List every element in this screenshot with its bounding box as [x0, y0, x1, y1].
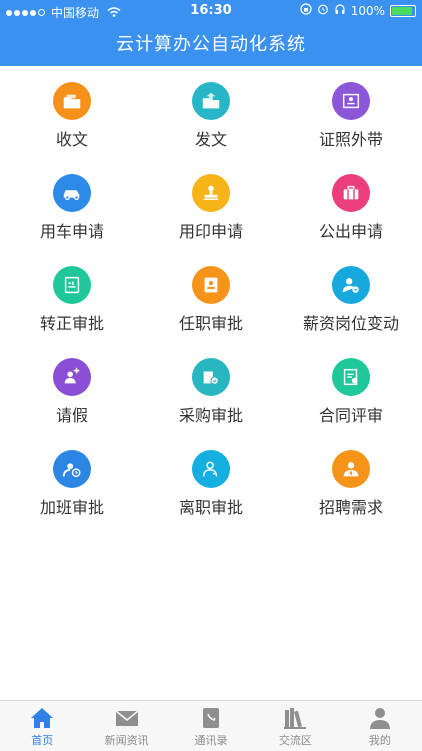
grid-item-label: 用印申请	[178, 222, 243, 241]
grid-item-label: 证照外带	[318, 130, 383, 149]
grid-item-label: 离职审批	[178, 498, 243, 517]
grid-item[interactable]: 加班审批	[2, 434, 142, 526]
tab-label: 新闻资讯	[104, 734, 149, 747]
leave-icon	[53, 358, 91, 396]
tab-mail[interactable]: 新闻资讯	[84, 701, 168, 751]
home-icon	[0, 706, 84, 730]
grid-item[interactable]: 薪资岗位变动	[281, 250, 421, 342]
status-right: 100%	[300, 3, 416, 18]
grid-item[interactable]: 证照外带	[281, 66, 421, 158]
tab-label: 通讯录	[194, 734, 228, 747]
grid-item[interactable]: 请假	[2, 342, 142, 434]
grid-item-label: 招聘需求	[318, 498, 383, 517]
grid-item[interactable]: 收文	[2, 66, 142, 158]
overtime-icon	[53, 450, 91, 488]
page-title: 云计算办公自动化系统	[116, 34, 306, 55]
send-doc-icon	[192, 82, 230, 120]
contacts-icon	[169, 706, 253, 730]
grid-item[interactable]: 合同评审	[281, 342, 421, 434]
grid-item[interactable]: 用车申请	[2, 158, 142, 250]
car-icon	[53, 174, 91, 212]
grid-item-label: 请假	[55, 406, 88, 425]
contract-icon	[332, 358, 370, 396]
battery-icon	[390, 4, 416, 17]
salary-change-icon	[332, 266, 370, 304]
tab-label: 首页	[31, 734, 54, 747]
grid-item[interactable]: 采购审批	[141, 342, 281, 434]
grid-item-label: 收文	[55, 130, 88, 149]
status-bar: 中国移动 16:30 100%	[0, 0, 422, 22]
recruit-icon	[332, 450, 370, 488]
alarm-icon	[317, 3, 329, 18]
receive-doc-icon	[53, 82, 91, 120]
suitcase-icon	[332, 174, 370, 212]
books-icon	[253, 706, 337, 730]
tab-contacts[interactable]: 通讯录	[169, 701, 253, 751]
grid-item-label: 任职审批	[178, 314, 243, 333]
bottom-tab-bar: 首页 新闻资讯 通讯录 交流区 我的	[0, 700, 422, 751]
grid-item-label: 加班审批	[39, 498, 104, 517]
grid-item-label: 采购审批	[178, 406, 243, 425]
stamp-icon	[192, 174, 230, 212]
grid-item[interactable]: 发文	[141, 66, 281, 158]
purchase-icon	[192, 358, 230, 396]
grid-item-label: 公出申请	[318, 222, 383, 241]
battery-percent: 100%	[350, 3, 385, 18]
battery-fill	[392, 6, 412, 15]
grid-item-label: 薪资岗位变动	[302, 314, 399, 333]
certificate-icon	[332, 82, 370, 120]
grid-item-label: 发文	[194, 130, 227, 149]
grid-item[interactable]: 用印申请	[141, 158, 281, 250]
tab-label: 交流区	[278, 734, 312, 747]
grid-item[interactable]: 转正审批	[2, 250, 142, 342]
grid-item-label: 用车申请	[39, 222, 104, 241]
grid-item[interactable]: 任职审批	[141, 250, 281, 342]
mail-icon	[84, 706, 168, 730]
grid-item-label: 合同评审	[318, 406, 383, 425]
regularize-icon	[53, 266, 91, 304]
grid-item[interactable]: 公出申请	[281, 158, 421, 250]
grid-item[interactable]: 离职审批	[141, 434, 281, 526]
grid-item-label: 转正审批	[39, 314, 104, 333]
tab-home[interactable]: 首页	[0, 701, 84, 751]
tab-person[interactable]: 我的	[338, 701, 422, 751]
appointment-icon	[192, 266, 230, 304]
app-header: 中国移动 16:30 100% 云计算办公自动化系统	[0, 0, 422, 66]
tab-books[interactable]: 交流区	[253, 701, 337, 751]
grid-item[interactable]: 招聘需求	[281, 434, 421, 526]
tab-label: 我的	[368, 734, 391, 747]
orientation-lock-icon	[300, 3, 312, 18]
headphones-icon	[334, 3, 346, 18]
person-icon	[338, 706, 422, 730]
resign-icon	[192, 450, 230, 488]
